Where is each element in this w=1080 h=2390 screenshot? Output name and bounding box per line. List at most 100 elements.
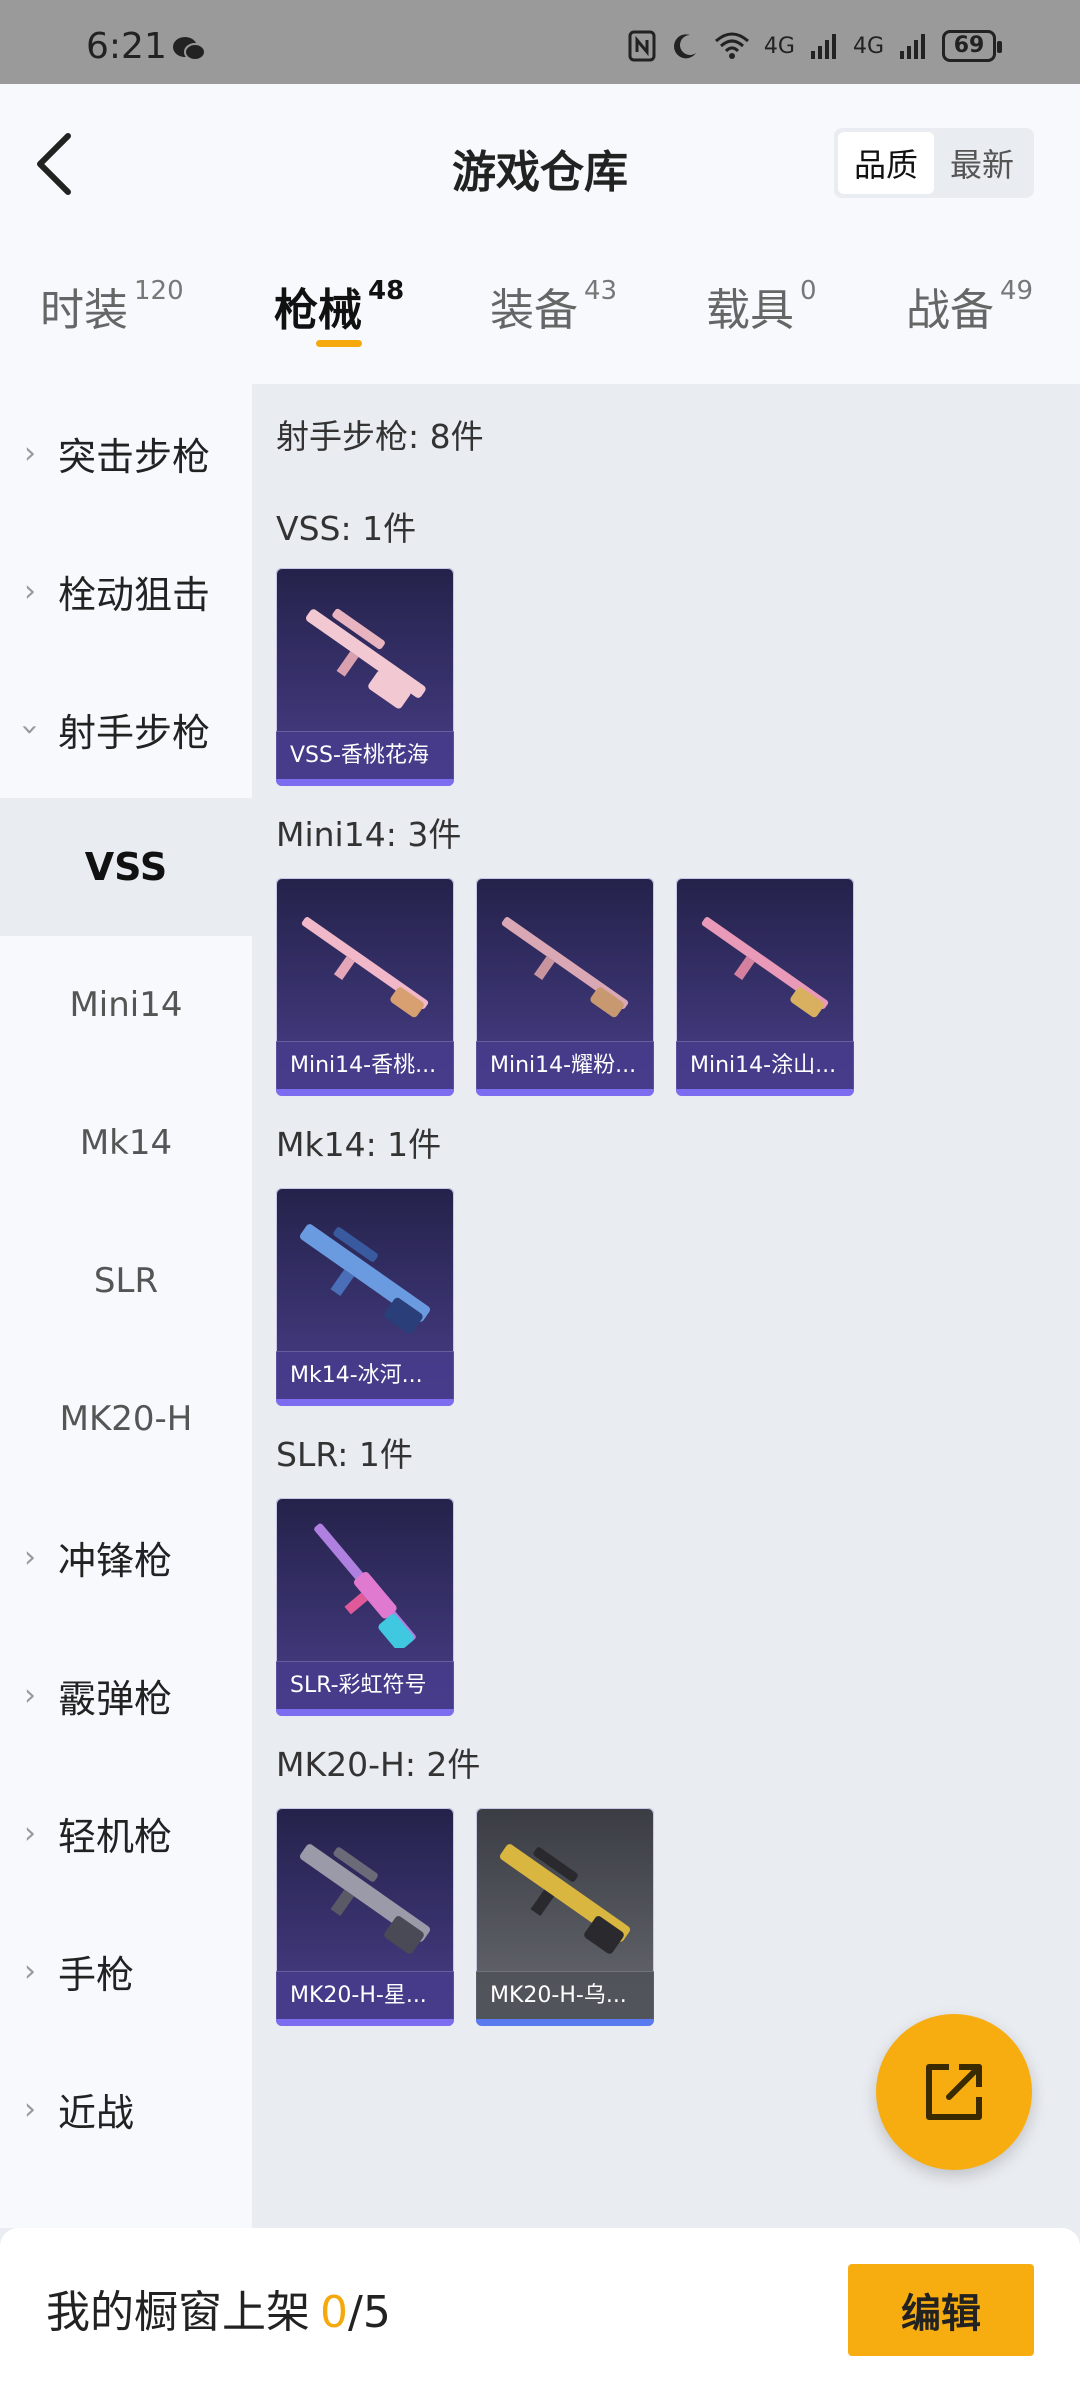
sidebar-item-label: MK20-H [59, 1399, 193, 1439]
status-icons: 4G 4G 69 [628, 30, 1002, 62]
active-tab-indicator [316, 340, 362, 347]
header: 游戏仓库 品质 最新 时装 120 枪械 48 装备 43 载具 0 战备 49 [0, 84, 1080, 384]
weapon-card[interactable]: MK20-H-星... [276, 1808, 454, 2026]
quality-bar [676, 1089, 854, 1096]
sidebar-item-slr[interactable]: SLR [0, 1212, 252, 1350]
weapon-card[interactable]: Mini14-涂山... [676, 878, 854, 1096]
showcase-max: 5 [362, 2287, 391, 2338]
sidebar-item-label: 轻机枪 [58, 1814, 173, 1859]
weapon-card[interactable]: Mini14-香桃... [276, 878, 454, 1096]
quality-bar [276, 1399, 454, 1406]
share-external-icon [926, 2064, 982, 2120]
chevron-right-icon: › [24, 1677, 36, 1713]
weapon-name: SLR-彩虹符号 [276, 1661, 454, 1709]
tab-count: 43 [584, 276, 618, 306]
weapon-card[interactable]: Mini14-耀粉... [476, 878, 654, 1096]
sidebar-item-marksman-rifle[interactable]: › 射手步枪 [0, 660, 252, 798]
chevron-down-icon: › [12, 723, 48, 735]
slr-rainbow-rifle-icon [314, 1523, 416, 1648]
tab-supplies[interactable]: 战备 49 [906, 274, 1033, 338]
sidebar-item-melee[interactable]: › 近战 [0, 2040, 252, 2178]
sort-toggle: 品质 最新 [834, 128, 1034, 198]
chevron-right-icon: › [24, 1953, 36, 1989]
sidebar-item-vss[interactable]: VSS [0, 798, 252, 936]
weapon-name: MK20-H-乌... [476, 1971, 654, 2019]
share-fab-button[interactable] [876, 2014, 1032, 2170]
sidebar-item-label: SLR [93, 1261, 159, 1301]
weapon-card[interactable]: Mk14-冰河... [276, 1188, 454, 1406]
tab-fashion[interactable]: 时装 120 [40, 274, 184, 338]
sort-newest-button[interactable]: 最新 [934, 132, 1030, 194]
sidebar-item-pistol[interactable]: › 手枪 [0, 1902, 252, 2040]
quality-bar [476, 1089, 654, 1096]
status-bar: 6:21 4G 4G 69 [0, 0, 1080, 84]
sidebar-item-lmg[interactable]: › 轻机枪 [0, 1764, 252, 1902]
sidebar-item-label: Mk14 [79, 1123, 173, 1163]
sidebar-item-label: 冲锋枪 [58, 1538, 173, 1583]
weapon-name: Mk14-冰河... [276, 1351, 454, 1399]
nfc-icon [628, 30, 656, 62]
sort-quality-button[interactable]: 品质 [838, 132, 934, 194]
sidebar-item-label: 栓动狙击 [58, 572, 211, 617]
sidebar-item-label: VSS [84, 845, 168, 889]
chevron-right-icon: › [24, 2091, 36, 2127]
tab-label: 载具 [706, 285, 794, 336]
edit-button[interactable]: 编辑 [848, 2264, 1034, 2356]
sidebar-item-assault-rifle[interactable]: › 突击步枪 [0, 384, 252, 522]
weapon-name: VSS-香桃花海 [276, 731, 454, 779]
vss-pink-rifle-icon [306, 608, 426, 709]
chevron-right-icon: › [24, 573, 36, 609]
group-title-mk14: Mk14: 1件 [276, 1125, 442, 1164]
showcase-current: 0 [320, 2287, 348, 2338]
sidebar-item-smg[interactable]: › 冲锋枪 [0, 1488, 252, 1626]
signal-label-a: 4G [763, 33, 795, 59]
tab-count: 49 [1000, 276, 1034, 306]
sidebar-item-label: 手枪 [58, 1952, 135, 1997]
mini14-rose-rifle-icon [501, 917, 629, 1018]
weapon-category-sidebar: › 突击步枪 › 栓动狙击 › 射手步枪 VSS Mini14 Mk14 SLR… [0, 384, 252, 2228]
tab-label: 枪械 [274, 285, 362, 336]
showcase-label: 我的橱窗上架 [46, 2287, 310, 2338]
battery-icon: 69 [942, 30, 1002, 62]
tab-count: 0 [800, 276, 817, 306]
showcase-separator: / [348, 2287, 363, 2338]
group-title-slr: SLR: 1件 [276, 1435, 413, 1474]
sidebar-item-label: Mini14 [69, 985, 183, 1025]
sidebar-item-bolt-sniper[interactable]: › 栓动狙击 [0, 522, 252, 660]
tab-equipment[interactable]: 装备 43 [490, 274, 617, 338]
sidebar-item-label: 近战 [58, 2090, 135, 2135]
weapon-name: MK20-H-星... [276, 1971, 454, 2019]
signal-icon-b [900, 34, 925, 59]
mk14-blue-rifle-icon [299, 1224, 431, 1334]
weapon-list: 射手步枪: 8件 VSS: 1件 VSS-香桃花海 Mini14: 3件 Min… [252, 384, 1080, 2228]
weapon-name: Mini14-涂山... [676, 1041, 854, 1089]
sidebar-item-mini14[interactable]: Mini14 [0, 936, 252, 1074]
wifi-icon [714, 32, 749, 59]
group-title-mini14: Mini14: 3件 [276, 815, 462, 854]
quality-bar [276, 2019, 454, 2026]
sidebar-item-mk20h[interactable]: MK20-H [0, 1350, 252, 1488]
wechat-icon [173, 37, 206, 61]
tab-firearms[interactable]: 枪械 48 [274, 274, 404, 338]
chevron-right-icon: › [24, 1815, 36, 1851]
moon-icon [673, 34, 696, 59]
category-tabs: 时装 120 枪械 48 装备 43 载具 0 战备 49 [0, 274, 1080, 374]
showcase-bar: 我的橱窗上架 0 / 5 编辑 [0, 2228, 1080, 2390]
sidebar-item-mk14[interactable]: Mk14 [0, 1074, 252, 1212]
tab-count: 48 [368, 276, 405, 306]
sidebar-item-shotgun[interactable]: › 霰弹枪 [0, 1626, 252, 1764]
mk20h-gold-rifle-icon [499, 1844, 631, 1954]
chevron-right-icon: › [24, 1539, 36, 1575]
weapon-name: Mini14-耀粉... [476, 1041, 654, 1089]
weapon-card[interactable]: VSS-香桃花海 [276, 568, 454, 786]
group-title-mk20h: MK20-H: 2件 [276, 1745, 481, 1784]
sidebar-item-label: 突击步枪 [58, 434, 211, 479]
weapon-card[interactable]: SLR-彩虹符号 [276, 1498, 454, 1716]
tab-count: 120 [134, 276, 184, 306]
sidebar-item-label: 霰弹枪 [58, 1676, 173, 1721]
sidebar-item-label: 射手步枪 [58, 710, 211, 755]
tab-vehicles[interactable]: 载具 0 [706, 274, 817, 338]
tab-label: 时装 [40, 285, 128, 336]
mini14-pink-rifle-icon [301, 917, 429, 1018]
weapon-card[interactable]: MK20-H-乌... [476, 1808, 654, 2026]
